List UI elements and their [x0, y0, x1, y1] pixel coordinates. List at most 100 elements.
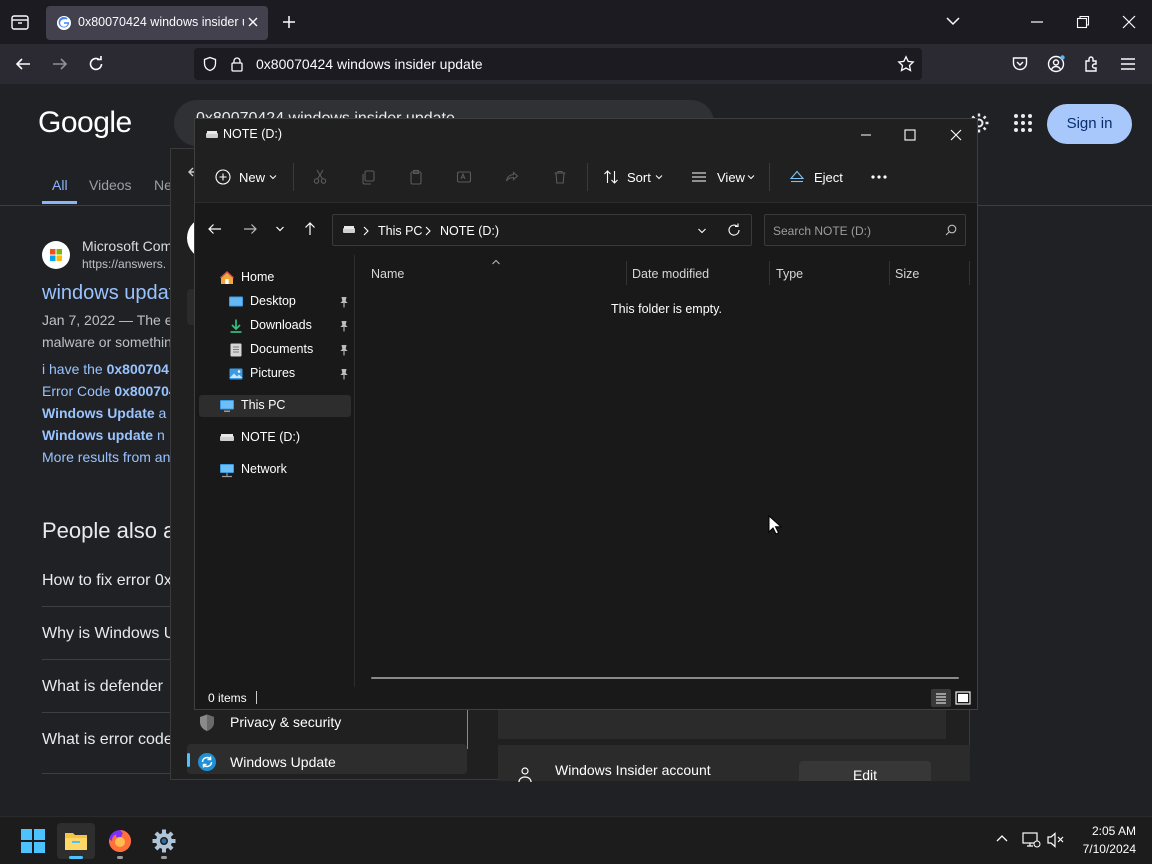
window-close-icon[interactable] — [1122, 15, 1136, 29]
back-icon[interactable] — [14, 55, 32, 73]
explorer-forward-icon[interactable] — [242, 221, 258, 237]
up-icon[interactable] — [302, 221, 318, 237]
breadcrumb-this-pc[interactable]: This PC — [378, 224, 422, 238]
tab-close-icon[interactable] — [245, 14, 261, 30]
refresh-icon[interactable] — [727, 223, 741, 237]
sign-in-button[interactable]: Sign in — [1047, 104, 1132, 144]
sublink-4-bold: Windows update — [42, 427, 154, 443]
nav-item-this-pc[interactable]: This PC — [199, 395, 351, 417]
eject-icon — [789, 169, 805, 185]
extensions-icon[interactable] — [1083, 55, 1101, 73]
result-title-link[interactable]: windows updat — [42, 282, 174, 305]
explorer-status-bar: 0 items — [195, 687, 977, 709]
recent-locations-chevron-icon[interactable] — [275, 225, 285, 233]
apps-grid-icon[interactable] — [1013, 113, 1033, 133]
chevron-down-icon — [655, 174, 663, 180]
result-url[interactable]: https://answers. — [82, 257, 166, 271]
minimize-icon[interactable] — [1030, 15, 1044, 29]
nav-item-home[interactable]: Home — [199, 267, 351, 289]
lock-icon[interactable] — [230, 56, 244, 72]
active-tab[interactable]: 0x80070424 windows insider update — [46, 6, 268, 40]
nav-label-downloads: Downloads — [250, 318, 312, 332]
view-button[interactable]: View — [685, 163, 757, 191]
nav-item-desktop[interactable]: Desktop — [199, 291, 351, 313]
nav-item-downloads[interactable]: Downloads — [199, 315, 351, 337]
insider-edit-button[interactable]: Edit — [799, 761, 931, 781]
explorer-maximize-icon[interactable] — [903, 128, 917, 142]
sublink-4[interactable]: Windows update n — [42, 427, 165, 443]
sublink-3[interactable]: Windows Update a — [42, 405, 166, 421]
taskbar-date[interactable]: 7/10/2024 — [1070, 842, 1136, 856]
explorer-minimize-icon[interactable] — [859, 128, 873, 142]
drive-icon — [205, 129, 219, 141]
volume-muted-icon[interactable] — [1046, 831, 1066, 849]
nav-item-network[interactable]: Network — [199, 459, 351, 481]
address-bar[interactable]: This PC NOTE (D:) — [332, 214, 752, 246]
reload-icon[interactable] — [87, 55, 105, 73]
url-bar[interactable]: 0x80070424 windows insider update — [194, 48, 922, 80]
paa-question-2[interactable]: Why is Windows U — [42, 625, 175, 643]
paa-divider — [42, 773, 172, 774]
column-header-date-modified[interactable]: Date modified — [632, 267, 709, 281]
active-app-indicator — [69, 856, 83, 859]
network-status-icon[interactable] — [1021, 831, 1041, 849]
tab-all[interactable]: All — [52, 177, 68, 193]
column-separator — [769, 261, 770, 285]
tab-videos[interactable]: Videos — [89, 177, 132, 193]
sublink-2[interactable]: Error Code 0x800704 — [42, 383, 177, 399]
settings-nav-privacy[interactable]: Privacy & security — [230, 714, 341, 730]
new-tab-icon[interactable] — [281, 14, 297, 30]
address-history-chevron-icon[interactable] — [697, 227, 707, 235]
menu-hamburger-icon[interactable] — [1119, 55, 1137, 73]
settings-nav-windows-update[interactable]: Windows Update — [230, 754, 336, 770]
result-snippet-1: Jan 7, 2022 — The e — [42, 312, 173, 328]
eject-label: Eject — [814, 170, 843, 185]
taskbar-settings[interactable] — [145, 823, 183, 859]
sort-button[interactable]: Sort — [597, 163, 667, 191]
paa-question-1[interactable]: How to fix error 0x — [42, 572, 172, 590]
home-icon — [219, 270, 235, 286]
bookmark-star-icon[interactable] — [897, 55, 915, 73]
new-button[interactable]: New — [207, 163, 283, 191]
column-header-size[interactable]: Size — [895, 267, 919, 281]
large-icons-view-toggle[interactable] — [954, 689, 972, 707]
view-label: View — [717, 170, 745, 185]
explorer-search-box[interactable]: Search NOTE (D:) — [764, 214, 966, 246]
sublink-1[interactable]: i have the 0x800704 — [42, 361, 169, 377]
taskbar-time[interactable]: 2:05 AM — [1078, 824, 1136, 838]
column-header-type[interactable]: Type — [776, 267, 803, 281]
pictures-icon — [228, 366, 244, 382]
nav-item-note-drive[interactable]: NOTE (D:) — [199, 427, 351, 449]
more-results-link[interactable]: More results from an — [42, 449, 170, 465]
details-view-toggle[interactable] — [931, 689, 951, 707]
breadcrumb-note-drive[interactable]: NOTE (D:) — [440, 224, 499, 238]
forward-icon[interactable] — [51, 55, 69, 73]
column-header-name[interactable]: Name — [371, 267, 404, 281]
url-text[interactable]: 0x80070424 windows insider update — [256, 56, 483, 72]
view-list-icon — [691, 169, 707, 185]
taskbar-firefox[interactable] — [101, 823, 139, 859]
explorer-back-icon[interactable] — [207, 221, 223, 237]
explorer-title-bar[interactable]: NOTE (D:) — [195, 119, 977, 151]
start-button[interactable] — [14, 823, 52, 859]
nav-item-documents[interactable]: Documents — [199, 339, 351, 361]
paa-question-3[interactable]: What is defender — [42, 678, 163, 696]
explorer-navigation-pane: Home Desktop Downloads Documents Picture… — [195, 255, 355, 687]
paa-question-4[interactable]: What is error code — [42, 731, 173, 749]
eject-button[interactable]: Eject — [783, 163, 843, 191]
tab-title: 0x80070424 windows insider update — [78, 15, 244, 29]
google-logo[interactable]: Google — [38, 106, 132, 140]
shield-icon[interactable] — [202, 56, 218, 72]
taskbar-file-explorer[interactable] — [57, 823, 95, 859]
nav-item-pictures[interactable]: Pictures — [199, 363, 351, 385]
show-hidden-icons-chevron-icon[interactable] — [995, 833, 1009, 845]
horizontal-scrollbar[interactable] — [371, 677, 959, 679]
tab-all-underline — [42, 201, 77, 204]
list-tabs-chevron-icon[interactable] — [945, 15, 961, 27]
pocket-icon[interactable] — [1011, 55, 1029, 73]
restore-icon[interactable] — [1076, 15, 1090, 29]
tab-overview-icon[interactable] — [10, 13, 30, 31]
account-icon[interactable] — [1047, 55, 1065, 73]
more-options-icon[interactable] — [867, 169, 891, 185]
explorer-close-icon[interactable] — [949, 128, 963, 142]
